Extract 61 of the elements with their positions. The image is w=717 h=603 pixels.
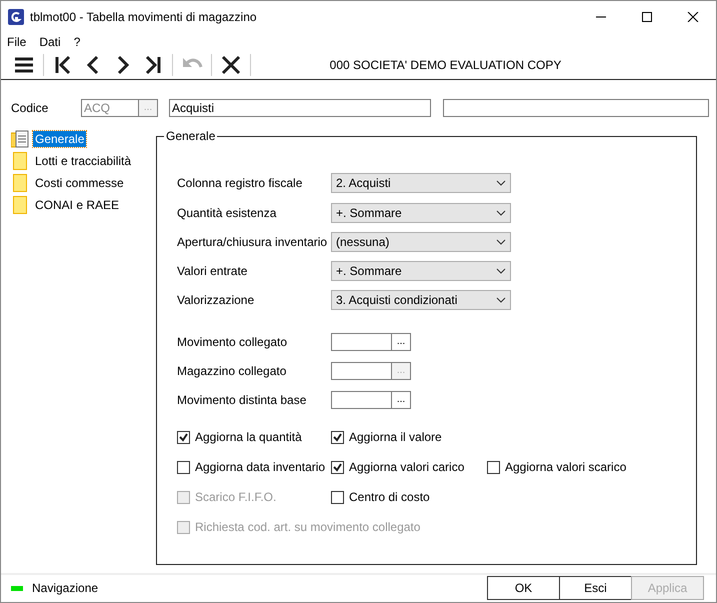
checkbox-label: Scarico F.I.F.O.	[195, 489, 276, 506]
checkbox[interactable]	[331, 490, 344, 504]
text-field[interactable]	[331, 390, 392, 409]
description-field[interactable]: Acquisti	[169, 98, 431, 117]
window-title: tblmot00 - Tabella movimenti di magazzino	[30, 8, 258, 26]
field-label: Magazzino collegato	[177, 362, 288, 380]
field-label: Codice	[11, 100, 50, 117]
close-icon[interactable]	[687, 12, 699, 22]
checkbox-label: Aggiorna la quantità	[195, 429, 302, 446]
checkbox-label: Centro di costo	[349, 489, 430, 506]
menu-item[interactable]: ?	[74, 32, 80, 51]
status-text: Navigazione	[32, 580, 100, 598]
folder-icon	[11, 174, 29, 192]
chevron-down-icon	[496, 268, 506, 274]
lookup-button[interactable]: ...	[392, 332, 411, 351]
field-label: Valorizzazione	[177, 292, 256, 310]
maximize-icon[interactable]	[641, 12, 653, 22]
chevron-down-icon	[496, 238, 506, 245]
field-label: Movimento distinta base	[177, 392, 308, 409]
checkbox[interactable]	[487, 460, 500, 474]
checkbox-label: Aggiorna il valore	[349, 429, 442, 446]
dialog-button[interactable]: Esci	[559, 576, 632, 600]
checkbox-label: Aggiorna valori carico	[349, 459, 464, 476]
dropdown[interactable]: 3. Acquisti condizionati	[331, 290, 511, 310]
checkbox[interactable]	[331, 460, 344, 474]
dropdown[interactable]: +. Sommare	[331, 202, 511, 223]
checkbox-label: Richiesta cod. art. su movimento collegato	[195, 519, 420, 536]
app-logo-icon	[8, 8, 24, 24]
lookup-button[interactable]: ...	[392, 390, 411, 409]
field-label: Quantità esistenza	[177, 204, 278, 222]
text-field[interactable]	[331, 362, 392, 380]
chevron-down-icon	[496, 180, 506, 186]
field-label: Apertura/chiusura inventario	[177, 234, 328, 251]
text-field[interactable]	[443, 98, 709, 117]
tree-item[interactable]: Lotti e tracciabilità	[33, 152, 134, 169]
checkbox-label: Aggiorna data inventario	[195, 459, 326, 476]
tree-item[interactable]: Generale	[33, 130, 86, 147]
folder-icon	[11, 152, 29, 170]
checkbox[interactable]	[177, 460, 190, 474]
chevron-down-icon	[496, 297, 506, 304]
field-label: Movimento collegato	[177, 334, 288, 351]
close-icon[interactable]	[220, 54, 242, 76]
tree-item[interactable]: Costi commesse	[33, 174, 126, 191]
field-label: Valori entrate	[177, 263, 248, 280]
company-name: 000 SOCIETA' DEMO EVALUATION COPY	[328, 57, 562, 74]
dropdown[interactable]: (nessuna)	[331, 232, 511, 252]
checkbox[interactable]	[331, 430, 344, 444]
folder-icon	[11, 196, 29, 214]
chevron-down-icon	[496, 210, 506, 216]
menu-item[interactable]: File	[7, 32, 26, 51]
document-icon	[11, 130, 29, 148]
dropdown[interactable]: 2. Acquisti	[331, 173, 511, 194]
menu-item[interactable]: Dati	[39, 32, 61, 51]
text-field[interactable]	[331, 332, 392, 351]
group-title: Generale	[164, 128, 218, 143]
dialog-button[interactable]: OK	[487, 576, 560, 600]
checkbox-label: Aggiorna valori scarico	[505, 459, 626, 476]
field-label: Colonna registro fiscale	[177, 175, 304, 192]
dropdown[interactable]: +. Sommare	[331, 261, 511, 282]
tree-item[interactable]: CONAI e RAEE	[33, 196, 122, 213]
checkbox[interactable]	[177, 430, 190, 444]
